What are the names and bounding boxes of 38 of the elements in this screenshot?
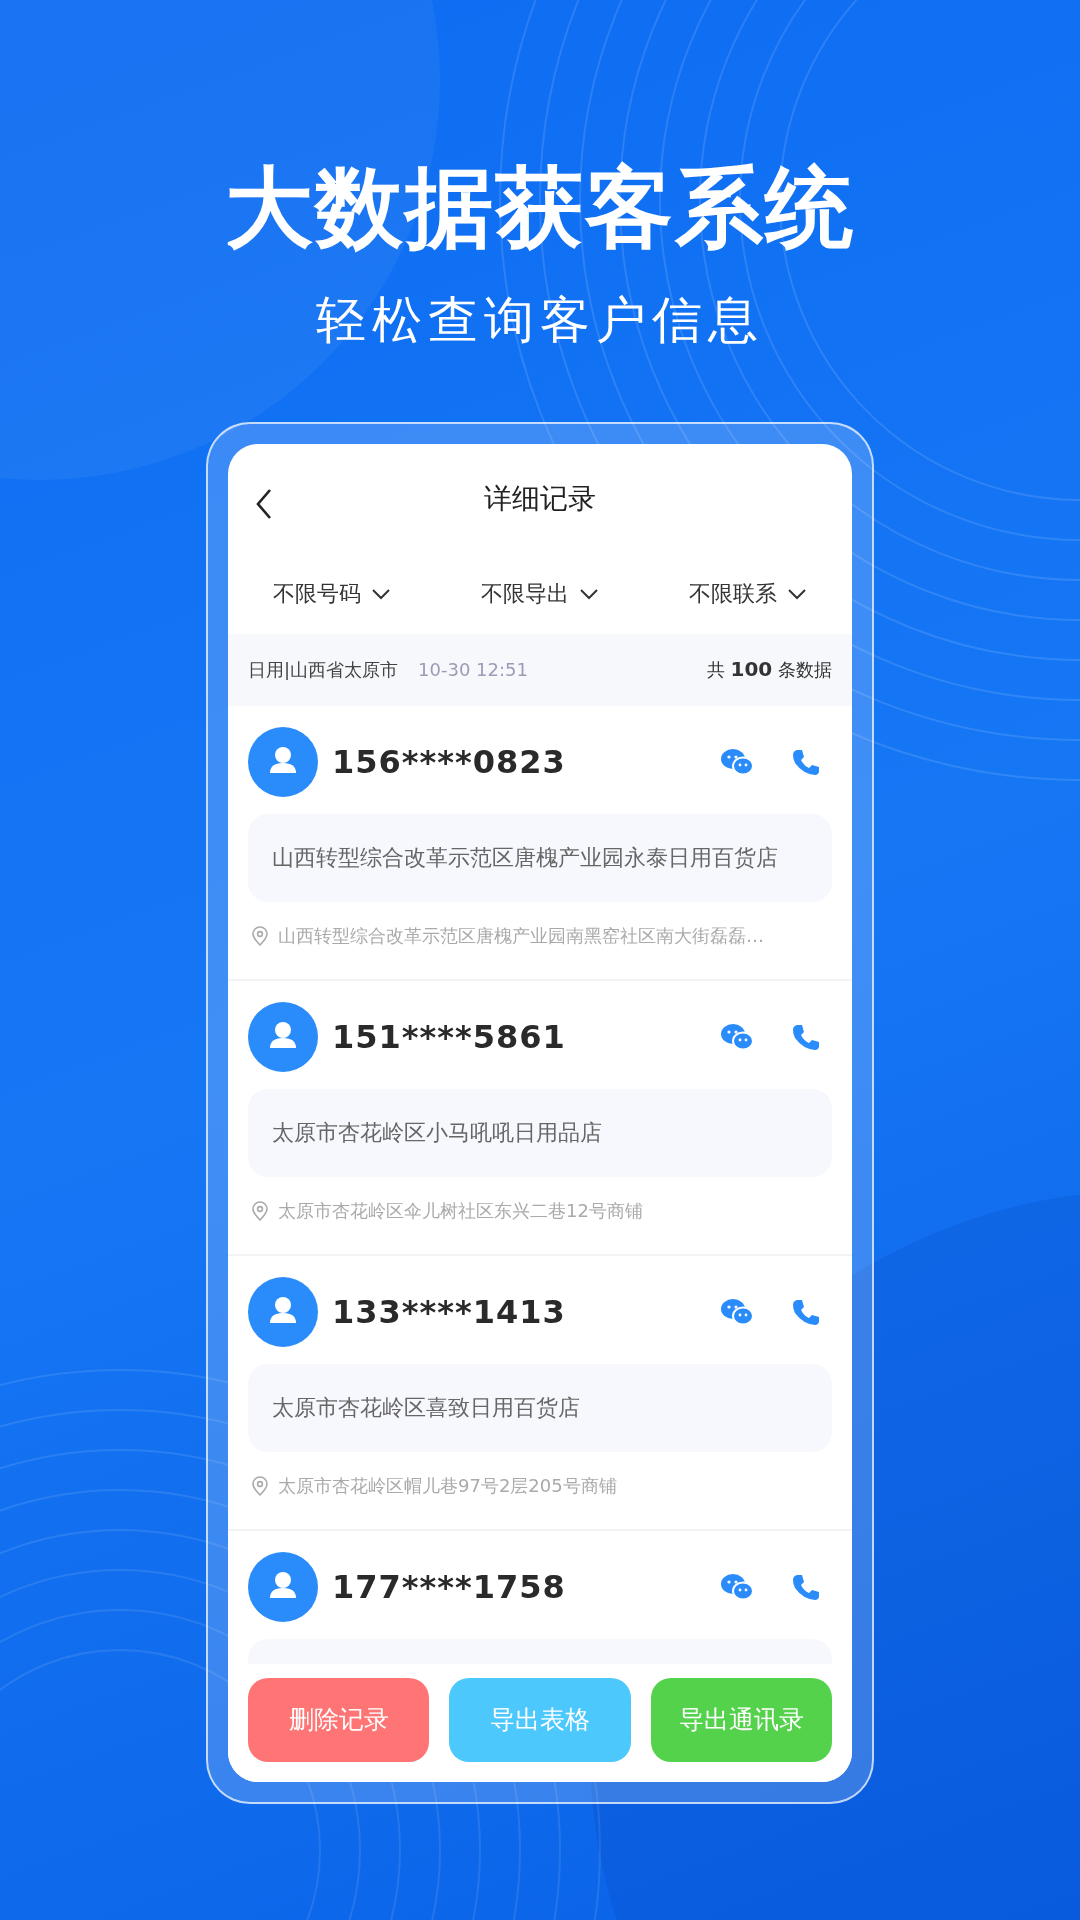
chat-bubbles-icon[interactable] [720, 747, 754, 776]
store-name: 太原市杏花岭区小马吼吼日用品店 [272, 1118, 602, 1147]
phone-number: 177****1758 [332, 1567, 567, 1606]
category-location-label: 日用|山西省太原市 [248, 657, 399, 682]
phone-number: 133****1413 [332, 1292, 567, 1331]
phone-icon[interactable] [790, 747, 820, 776]
back-chevron-icon[interactable] [254, 487, 274, 520]
record-count: 共 100 条数据 [706, 657, 832, 683]
headline-subtitle: 轻松查询客户信息 [316, 289, 764, 351]
location-pin-icon [252, 1475, 268, 1496]
address-text: 太原市杏花岭区帽儿巷97号2层205号商铺 [278, 1473, 617, 1498]
avatar-icon [248, 1551, 318, 1622]
avatar-icon [248, 726, 318, 797]
avatar-icon [248, 1276, 318, 1347]
filter-dropdown[interactable]: 不限联系 [685, 574, 811, 613]
chat-bubbles-icon[interactable] [720, 1022, 754, 1051]
screen-title: 详细记录 [484, 480, 596, 517]
location-pin-icon [252, 925, 268, 946]
chat-bubbles-icon[interactable] [720, 1572, 754, 1601]
phone-number: 156****0823 [332, 742, 567, 781]
store-name: 山西转型综合改革示范区唐槐产业园永泰日用百货店 [272, 843, 778, 872]
chevron-down-icon [371, 587, 391, 600]
address-text: 山西转型综合改革示范区唐槐产业园南黑窑社区南大街磊磊… [278, 923, 764, 948]
location-pin-icon [252, 1200, 268, 1221]
chevron-down-icon [787, 587, 807, 600]
phone-icon[interactable] [790, 1297, 820, 1326]
avatar-icon [248, 1001, 318, 1072]
filter-dropdown[interactable]: 不限导出 [477, 574, 603, 613]
address-text: 太原市杏花岭区伞儿树社区东兴二巷12号商铺 [278, 1198, 643, 1223]
phone-icon[interactable] [790, 1572, 820, 1601]
timestamp: 10-30 12:51 [418, 659, 528, 681]
chevron-down-icon [579, 587, 599, 600]
store-name: 太原市杏花岭区喜致日用百货店 [272, 1393, 580, 1422]
chat-bubbles-icon[interactable] [720, 1297, 754, 1326]
phone-number: 151****5861 [332, 1017, 567, 1056]
filter-dropdown[interactable]: 不限号码 [269, 574, 395, 613]
headline-title: 大数据获客系统 [225, 160, 855, 257]
phone-icon[interactable] [790, 1022, 820, 1051]
